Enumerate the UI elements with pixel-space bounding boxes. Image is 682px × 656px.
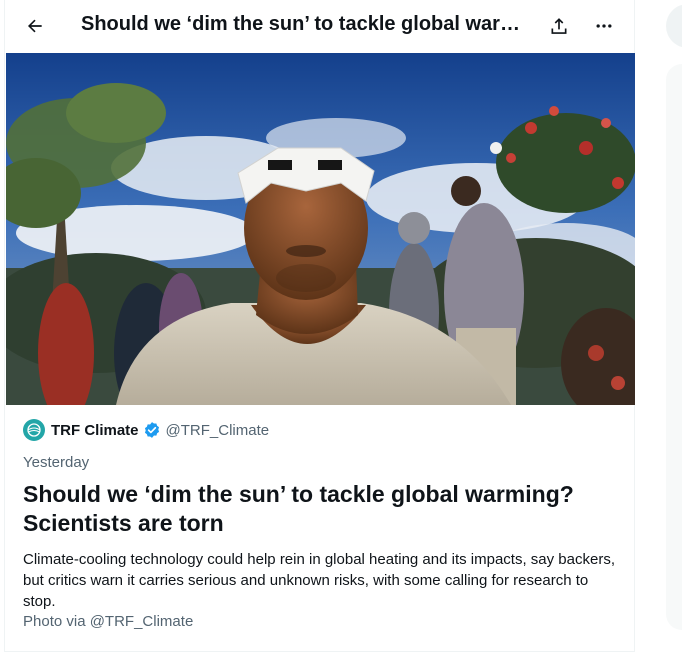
article-headline[interactable]: Should we ‘dim the sun’ to tackle global… [23,480,623,538]
author-name[interactable]: TRF Climate [51,422,139,439]
share-button[interactable] [543,10,575,42]
article-hero-image[interactable] [6,53,635,405]
header-bar: Should we ‘dim the sun’ to tackle global… [5,0,636,52]
back-button[interactable] [19,10,51,42]
article-card: Should we ‘dim the sun’ to tackle global… [4,0,635,652]
author-avatar[interactable] [23,419,45,441]
timestamp: Yesterday [23,454,90,471]
photo-credit: Photo via @TRF_Climate [23,613,194,630]
article-summary: Climate-cooling technology could help re… [23,551,615,610]
share-upload-icon [551,18,567,34]
author-row[interactable]: TRF Climate @TRF_Climate [23,418,269,442]
search-bar-edge[interactable] [666,4,682,48]
more-options-button[interactable] [588,10,620,42]
more-horizontal-icon [596,24,612,28]
verified-badge-icon [143,421,161,439]
globe-logo-icon [27,423,41,437]
author-handle[interactable]: @TRF_Climate [166,422,270,439]
page-title: Should we ‘dim the sun’ to tackle global… [81,13,535,35]
sidebar-panel-edge [666,64,682,630]
arrow-left-icon [28,19,42,33]
